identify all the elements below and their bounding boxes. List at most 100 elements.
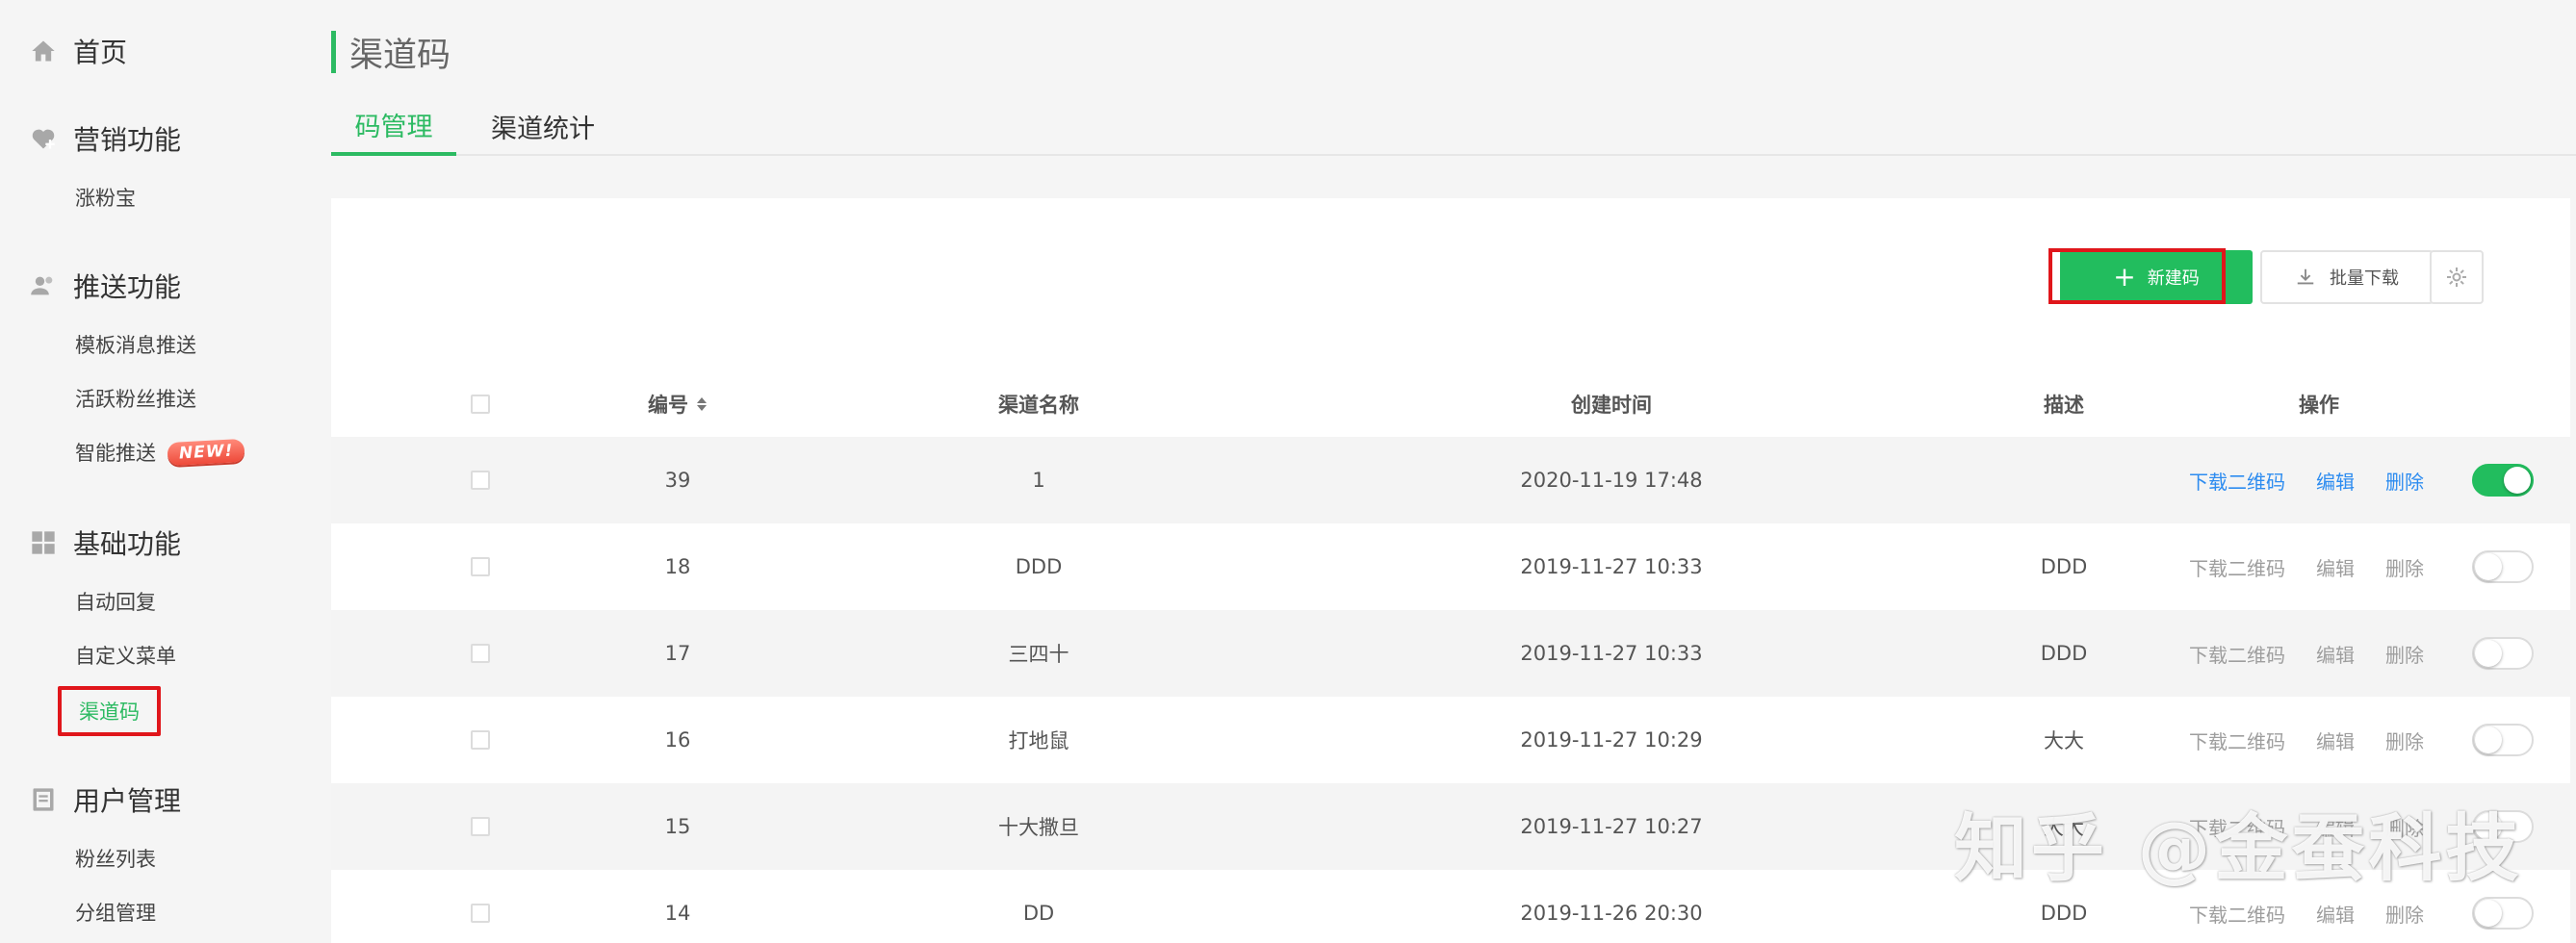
batch-download-label: 批量下载: [2330, 268, 2399, 289]
row-checkbox[interactable]: [471, 471, 490, 490]
nav-group-push-label: 推送功能: [73, 271, 182, 303]
plus-icon: +: [2113, 261, 2136, 293]
nav-group-users-label: 用户管理: [73, 785, 182, 817]
batch-download-button[interactable]: 批量下载: [2260, 250, 2434, 304]
toggle-knob: [2475, 900, 2502, 927]
user-card-icon: [29, 785, 58, 814]
download-qr-link[interactable]: 下载二维码: [2189, 900, 2285, 928]
tab-channel-stats[interactable]: 渠道统计: [466, 96, 620, 156]
header-id[interactable]: 编号: [572, 371, 784, 437]
row-checkbox[interactable]: [471, 644, 490, 663]
cell-name: DDD: [1015, 555, 1063, 578]
sidebar-item-label: 自定义菜单: [75, 645, 176, 668]
nav-home[interactable]: 首页: [29, 27, 127, 75]
toggle-knob: [2475, 640, 2502, 667]
sidebar-item-label: 智能推送: [75, 442, 156, 465]
watermark: 知乎 @金蚕科技: [1954, 805, 2523, 891]
row-checkbox[interactable]: [471, 730, 490, 750]
sidebar-item-fan-growth[interactable]: 涨粉宝: [75, 178, 136, 217]
delete-link[interactable]: 删除: [2385, 467, 2424, 495]
header-created: 创建时间: [1571, 394, 1652, 417]
edit-link[interactable]: 编辑: [2316, 900, 2355, 928]
sidebar-item-auto-reply[interactable]: 自动回复: [75, 582, 156, 621]
cell-id: 39: [664, 469, 691, 492]
sidebar-item-active-fan-push[interactable]: 活跃粉丝推送: [75, 379, 196, 418]
select-all-checkbox[interactable]: [471, 395, 490, 414]
page-title: 渠道码: [331, 31, 451, 75]
edit-link[interactable]: 编辑: [2316, 553, 2355, 581]
sidebar-item-channel-code[interactable]: 渠道码: [58, 686, 161, 736]
sidebar-item-fan-list[interactable]: 粉丝列表: [75, 839, 156, 878]
cell-id: 17: [664, 642, 691, 665]
cell-created: 2019-11-26 20:30: [1520, 902, 1703, 925]
sidebar-item-template-push[interactable]: 模板消息推送: [75, 325, 196, 364]
sidebar-item-group-manage[interactable]: 分组管理: [75, 893, 156, 931]
delete-link[interactable]: 删除: [2385, 726, 2424, 754]
cell-id: 14: [664, 902, 691, 925]
sidebar-item-smart-push[interactable]: 智能推送 NEW!: [75, 433, 245, 472]
sidebar-item-custom-menu[interactable]: 自定义菜单: [75, 636, 176, 675]
enable-toggle[interactable]: [2472, 550, 2534, 583]
edit-link[interactable]: 编辑: [2316, 467, 2355, 495]
sidebar-item-label: 模板消息推送: [75, 334, 196, 357]
delete-link[interactable]: 删除: [2385, 553, 2424, 581]
enable-toggle[interactable]: [2472, 464, 2534, 497]
cell-id: 18: [664, 555, 691, 578]
download-qr-link[interactable]: 下载二维码: [2189, 726, 2285, 754]
users-icon: [29, 271, 58, 300]
sidebar-item-label: 粉丝列表: [75, 848, 156, 871]
edit-link[interactable]: 编辑: [2316, 726, 2355, 754]
cell-name: 1: [1032, 469, 1045, 492]
heart-plus-icon: [29, 124, 58, 153]
enable-toggle[interactable]: [2472, 897, 2534, 930]
sidebar-item-label: 自动回复: [75, 591, 156, 614]
table-row: 18 DDD 2019-11-27 10:33 DDD 下载二维码 编辑 删除: [331, 523, 2570, 610]
sidebar-item-label: 活跃粉丝推送: [75, 388, 196, 411]
new-code-button[interactable]: + 新建码: [2060, 250, 2253, 304]
download-qr-link[interactable]: 下载二维码: [2189, 553, 2285, 581]
cell-ops: 下载二维码 编辑 删除: [2064, 437, 2545, 523]
enable-toggle[interactable]: [2472, 724, 2534, 756]
download-icon: [2297, 268, 2314, 285]
sidebar-item-label: 渠道码: [79, 701, 140, 724]
grid-icon: [29, 528, 58, 557]
sidebar: 首页 营销功能 涨粉宝 推送功能 模板消息推送 活跃粉丝推送 智能推送 NEW!…: [0, 0, 298, 943]
header-name: 渠道名称: [998, 394, 1079, 417]
enable-toggle[interactable]: [2472, 637, 2534, 670]
download-qr-link[interactable]: 下载二维码: [2189, 640, 2285, 668]
cell-ops: 下载二维码 编辑 删除: [2064, 610, 2545, 697]
nav-group-basic: 基础功能: [29, 519, 181, 567]
table-header: 编号 渠道名称 创建时间 描述 操作: [331, 371, 2570, 437]
cell-created: 2019-11-27 10:27: [1520, 815, 1703, 838]
nav-group-basic-label: 基础功能: [73, 528, 182, 560]
cell-created: 2019-11-27 10:29: [1520, 728, 1703, 752]
nav-group-marketing: 营销功能: [29, 115, 181, 163]
nav-group-marketing-label: 营销功能: [73, 124, 182, 156]
edit-link[interactable]: 编辑: [2316, 640, 2355, 668]
cell-created: 2020-11-19 17:48: [1520, 469, 1703, 492]
cell-id: 15: [664, 815, 691, 838]
tab-code-manage[interactable]: 码管理: [331, 96, 456, 156]
delete-link[interactable]: 删除: [2385, 640, 2424, 668]
download-qr-link[interactable]: 下载二维码: [2189, 467, 2285, 495]
nav-group-users: 用户管理: [29, 776, 181, 824]
table-row: 39 1 2020-11-19 17:48 下载二维码 编辑 删除: [331, 437, 2570, 523]
cell-id: 16: [664, 728, 691, 752]
table-row: 17 三四十 2019-11-27 10:33 DDD 下载二维码 编辑 删除: [331, 610, 2570, 697]
row-checkbox[interactable]: [471, 817, 490, 836]
home-icon: [29, 37, 58, 65]
toggle-knob: [2475, 553, 2502, 580]
cell-created: 2019-11-27 10:33: [1520, 555, 1703, 578]
row-checkbox[interactable]: [471, 904, 490, 923]
row-checkbox[interactable]: [471, 557, 490, 576]
settings-button[interactable]: [2430, 250, 2484, 304]
cell-name: DD: [1022, 902, 1055, 925]
delete-link[interactable]: 删除: [2385, 900, 2424, 928]
sort-icon[interactable]: [696, 396, 708, 412]
tab-bar: 码管理 渠道统计: [331, 96, 2576, 156]
cell-name: 三四十: [1008, 643, 1069, 666]
cell-name: 十大撒旦: [998, 816, 1079, 839]
header-id-label: 编号: [648, 394, 688, 417]
sidebar-item-label: 分组管理: [75, 902, 156, 925]
toggle-knob: [2504, 467, 2531, 494]
